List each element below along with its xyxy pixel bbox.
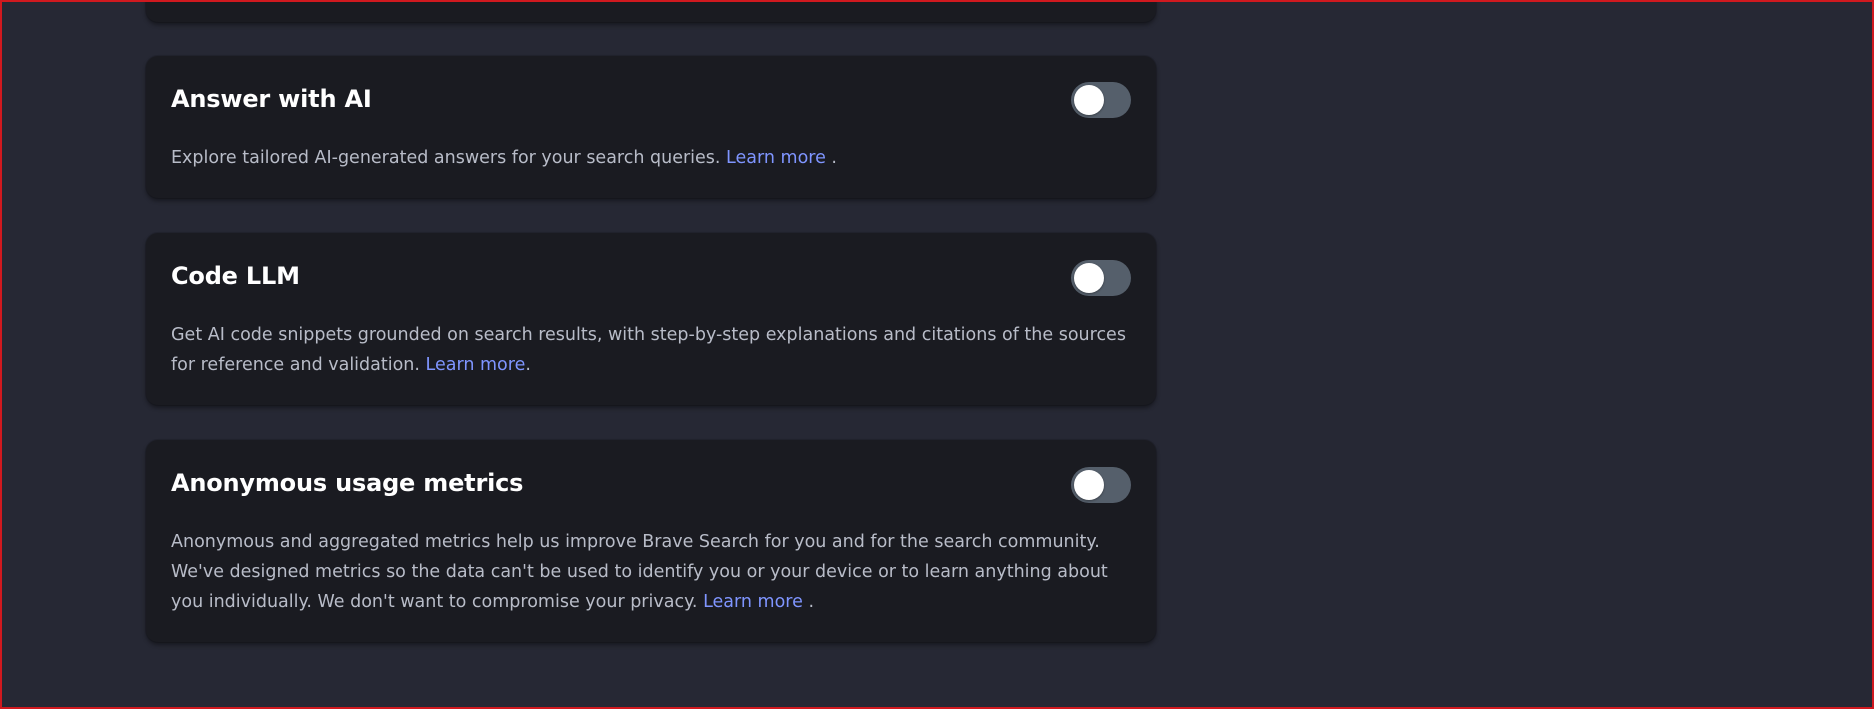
anonymous-usage-metrics-toggle[interactable] xyxy=(1071,467,1131,503)
learn-more-link[interactable]: Learn more xyxy=(703,592,803,612)
description-text: Explore tailored AI-generated answers fo… xyxy=(171,148,727,168)
description-text: Anonymous and aggregated metrics help us… xyxy=(171,532,1108,612)
answer-with-ai-toggle[interactable] xyxy=(1071,82,1131,118)
setting-description: Explore tailored AI-generated answers fo… xyxy=(171,143,1126,173)
description-text: Get AI code snippets grounded on search … xyxy=(171,325,1126,375)
toggle-knob xyxy=(1074,470,1104,500)
setting-card-answer-with-ai: Answer with AI Explore tailored AI-gener… xyxy=(146,56,1156,198)
setting-card-code-llm: Code LLM Get AI code snippets grounded o… xyxy=(146,233,1156,405)
previous-setting-card xyxy=(146,2,1156,22)
settings-viewport: Answer with AI Explore tailored AI-gener… xyxy=(0,0,1874,709)
description-trailing: . xyxy=(825,148,837,168)
learn-more-link[interactable]: Learn more xyxy=(726,148,826,168)
setting-title: Answer with AI xyxy=(171,85,372,113)
code-llm-toggle[interactable] xyxy=(1071,260,1131,296)
setting-description: Get AI code snippets grounded on search … xyxy=(171,320,1126,380)
setting-title: Anonymous usage metrics xyxy=(171,469,524,497)
learn-more-link[interactable]: Learn more xyxy=(426,355,526,375)
description-trailing: . xyxy=(525,355,531,375)
toggle-knob xyxy=(1074,85,1104,115)
setting-title: Code LLM xyxy=(171,262,300,290)
setting-card-anonymous-usage-metrics: Anonymous usage metrics Anonymous and ag… xyxy=(146,440,1156,642)
toggle-knob xyxy=(1074,263,1104,293)
setting-description: Anonymous and aggregated metrics help us… xyxy=(171,527,1126,617)
description-trailing: . xyxy=(802,592,815,612)
